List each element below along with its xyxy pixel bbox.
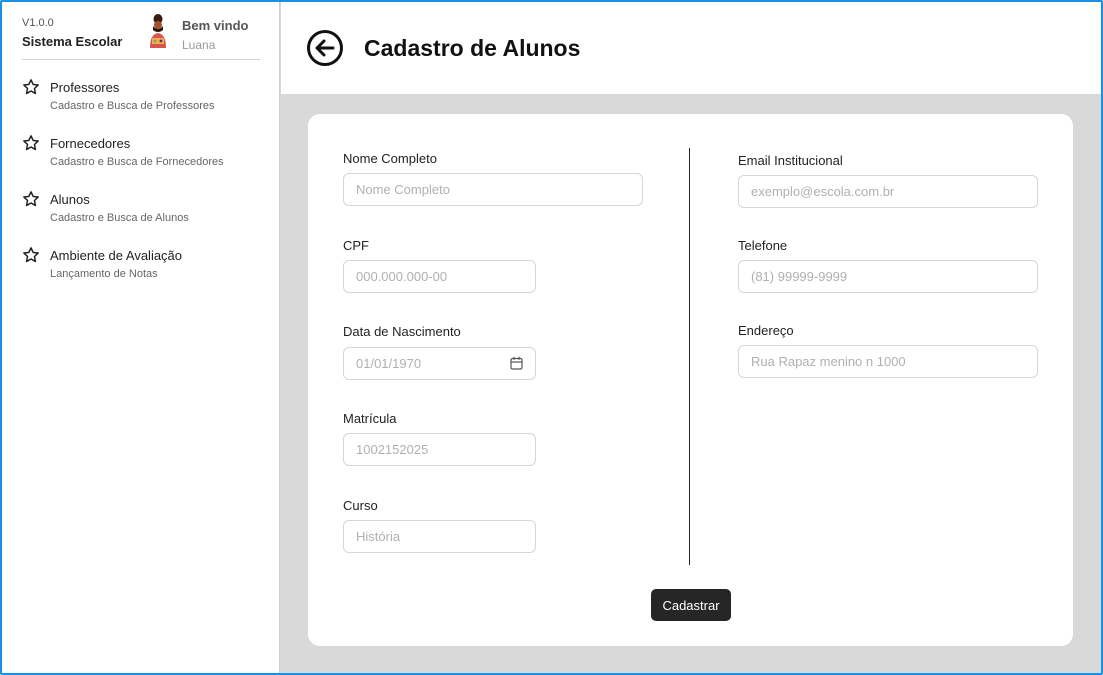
curso-input[interactable] <box>343 520 536 553</box>
telefone-label: Telefone <box>738 238 788 253</box>
nascimento-label: Data de Nascimento <box>343 324 461 339</box>
back-arrow-icon[interactable] <box>306 29 344 67</box>
sidebar-item-alunos[interactable]: Alunos Cadastro e Busca de Alunos <box>22 190 262 230</box>
sidebar-item-label: Alunos <box>50 192 90 207</box>
star-icon <box>23 79 39 95</box>
sidebar-item-subtitle: Cadastro e Busca de Alunos <box>50 212 189 224</box>
nascimento-input[interactable] <box>343 347 536 380</box>
sidebar-header: V1.0.0 Sistema Escolar Bem vindo Luana <box>22 14 260 60</box>
star-icon <box>23 191 39 207</box>
app-window: V1.0.0 Sistema Escolar Bem vindo Luana P… <box>0 0 1103 675</box>
curso-label: Curso <box>343 498 378 513</box>
column-divider <box>689 148 690 565</box>
nome-input[interactable] <box>343 173 643 206</box>
cadastrar-button[interactable]: Cadastrar <box>651 589 731 621</box>
sidebar: V1.0.0 Sistema Escolar Bem vindo Luana P… <box>2 2 280 673</box>
sidebar-item-label: Ambiente de Avaliação <box>50 248 183 263</box>
sidebar-item-fornecedores[interactable]: Fornecedores Cadastro e Busca de Fornece… <box>22 134 262 174</box>
sidebar-item-professores[interactable]: Professores Cadastro e Busca de Professo… <box>22 78 262 118</box>
cpf-input[interactable] <box>343 260 536 293</box>
student-form-card: Nome Completo CPF Data de Nascimento Mat… <box>308 114 1073 646</box>
avatar <box>150 14 166 48</box>
sidebar-item-subtitle: Cadastro e Busca de Professores <box>50 100 215 112</box>
nascimento-date-field <box>343 347 536 380</box>
page-title: Cadastro de Alunos <box>364 35 581 61</box>
email-label: Email Institucional <box>738 153 843 168</box>
sidebar-item-avaliacao[interactable]: Ambiente de Avaliação Lançamento de Nota… <box>22 246 262 286</box>
calendar-icon[interactable] <box>510 356 523 370</box>
endereco-input[interactable] <box>738 345 1038 378</box>
matricula-input[interactable] <box>343 433 536 466</box>
welcome-text: Bem vindo <box>182 18 249 33</box>
telefone-input[interactable] <box>738 260 1038 293</box>
sidebar-item-label: Fornecedores <box>50 136 131 151</box>
sidebar-item-label: Professores <box>50 80 120 95</box>
endereco-label: Endereço <box>738 323 794 338</box>
nome-label: Nome Completo <box>343 151 437 166</box>
user-name: Luana <box>182 38 216 52</box>
sidebar-item-subtitle: Lançamento de Notas <box>50 268 158 280</box>
email-input[interactable] <box>738 175 1038 208</box>
app-name: Sistema Escolar <box>22 34 123 49</box>
star-icon <box>23 135 39 151</box>
sidebar-item-subtitle: Cadastro e Busca de Fornecedores <box>50 156 224 168</box>
cpf-label: CPF <box>343 238 369 253</box>
app-version: V1.0.0 <box>22 17 54 29</box>
page-header: Cadastro de Alunos <box>281 2 1101 94</box>
star-icon <box>23 247 39 263</box>
matricula-label: Matrícula <box>343 411 397 426</box>
